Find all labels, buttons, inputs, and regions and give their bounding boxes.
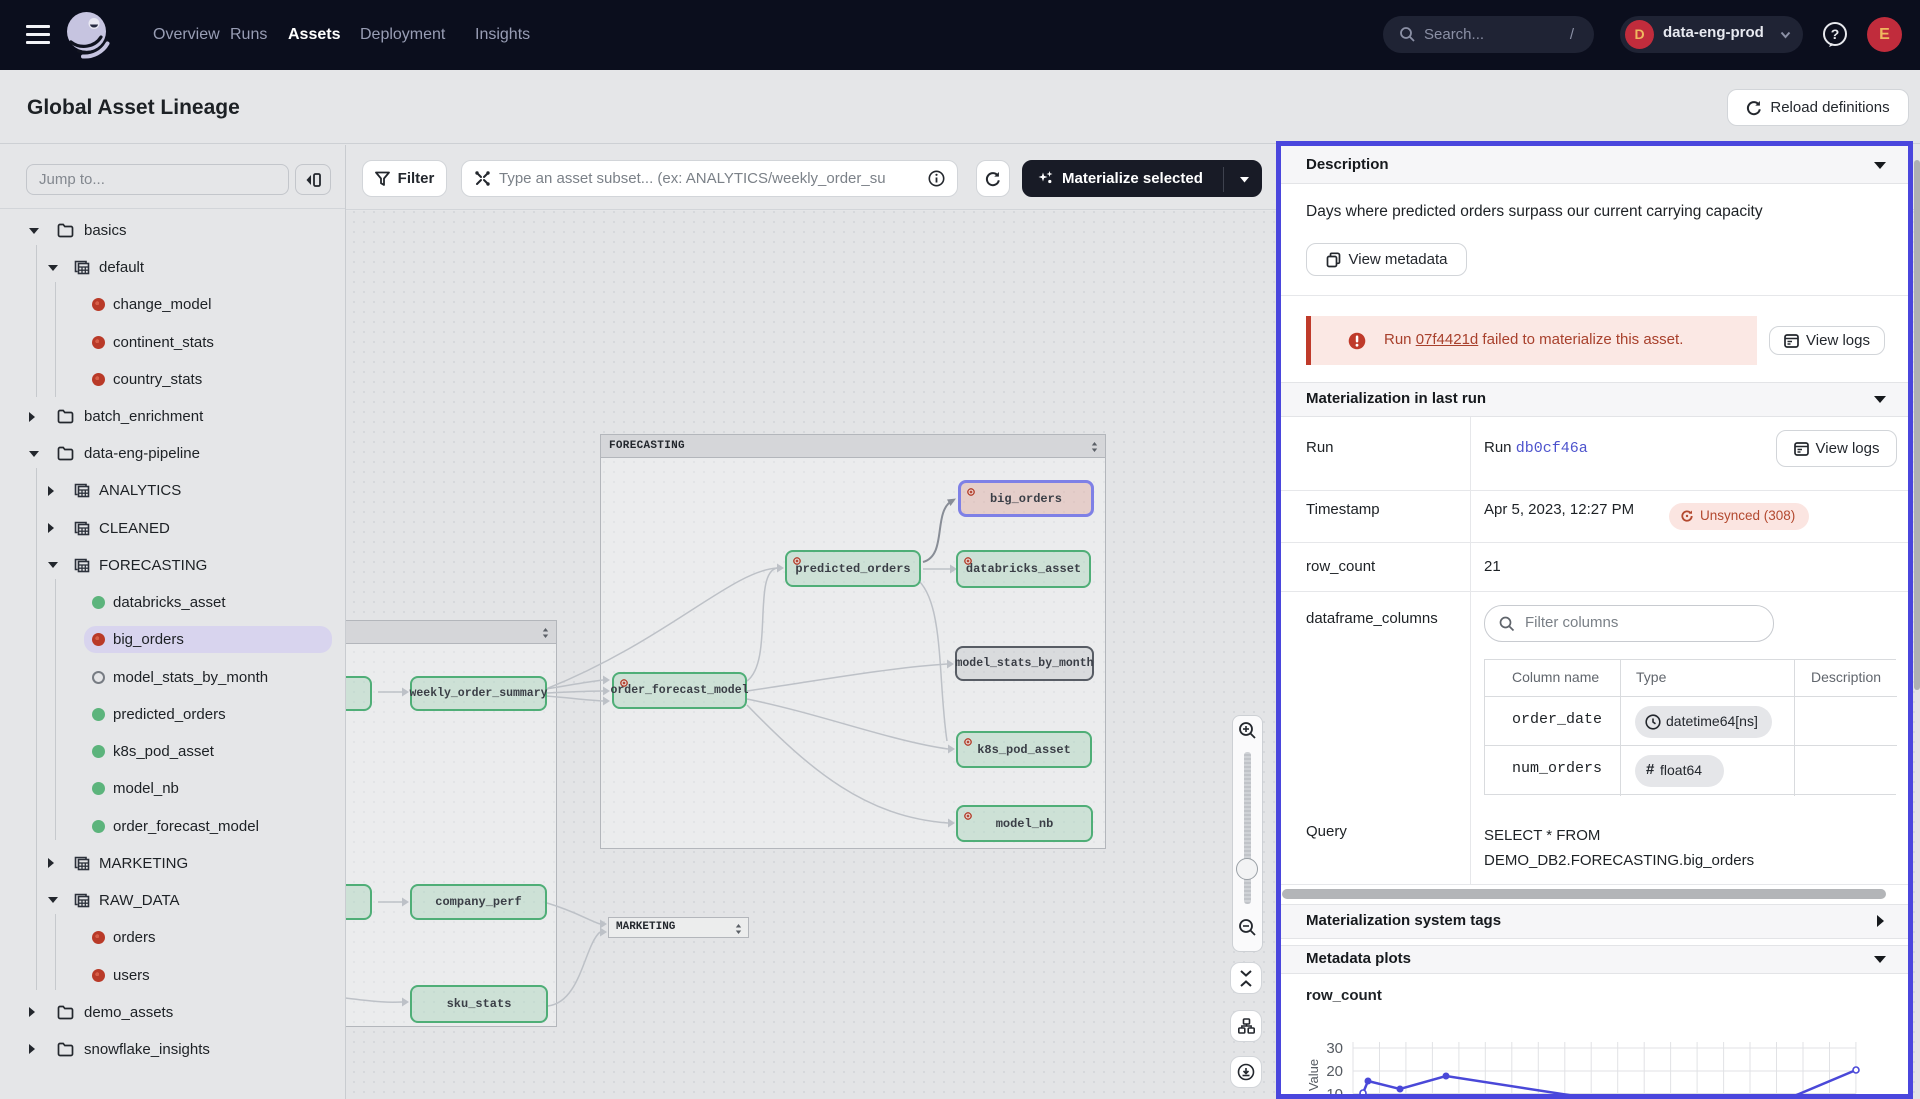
svg-text:?: ?: [1831, 26, 1840, 42]
svg-text:20: 20: [1326, 1063, 1343, 1080]
svg-text:Value: Value: [1306, 1059, 1321, 1091]
svg-text:30: 30: [1326, 1040, 1343, 1057]
svg-text:10: 10: [1326, 1086, 1343, 1094]
